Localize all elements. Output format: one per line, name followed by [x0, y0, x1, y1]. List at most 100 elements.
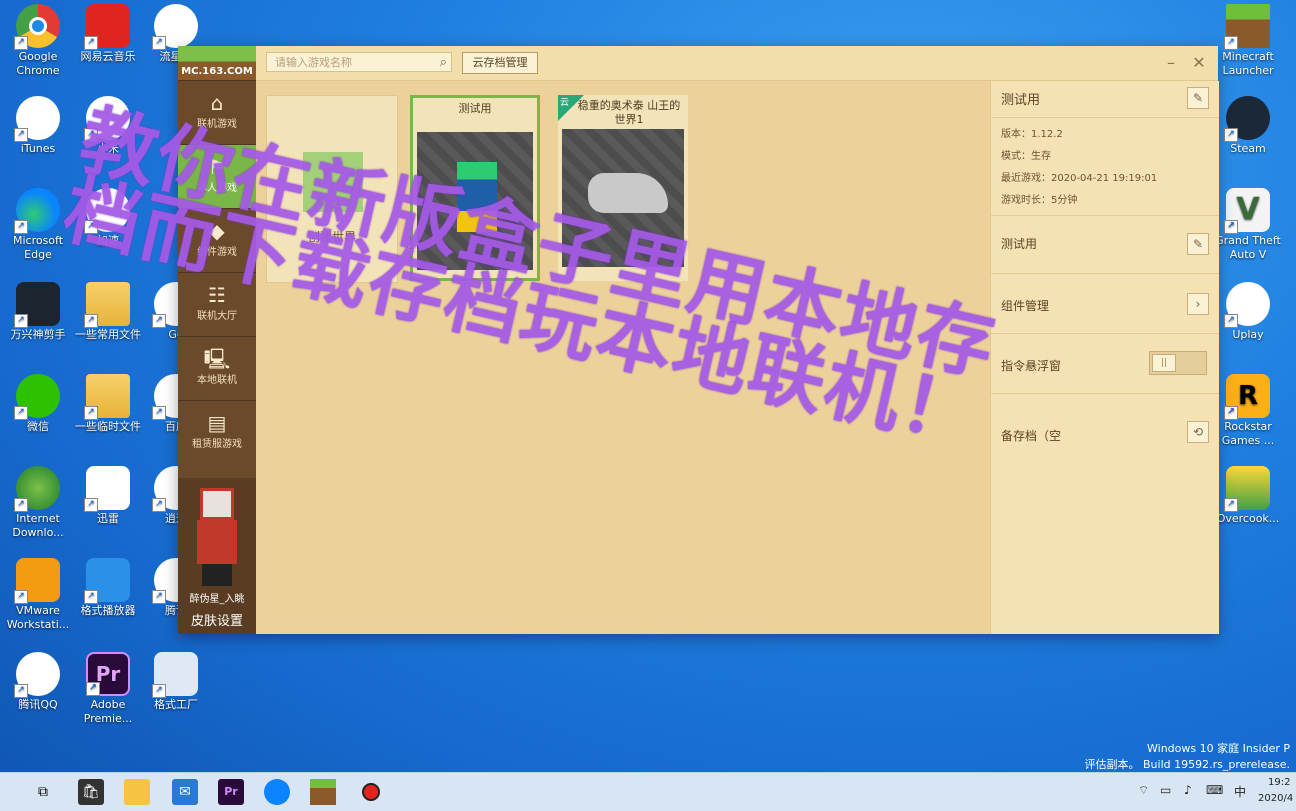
desktop-right-icon-3[interactable]: ↗ Uplay	[1210, 282, 1286, 342]
desktop-left-icon-10[interactable]: ↗ 微信	[0, 374, 76, 434]
clock-time[interactable]: 19:2	[1268, 777, 1290, 788]
desktop-right-icon-2[interactable]: V ↗ Grand Theft Auto V	[1210, 188, 1286, 262]
clock-date[interactable]: 2020/4	[1258, 793, 1293, 804]
shortcut-arrow-icon: ↗	[152, 36, 166, 50]
desktop-icon-label: Overcook...	[1216, 512, 1280, 525]
mc-icon: ↗	[1224, 4, 1270, 50]
desktop-left-icon-13[interactable]: ↗ Internet Downlo...	[0, 466, 76, 540]
search-input[interactable]: 请输入游戏名称 ⌕	[266, 52, 452, 72]
duration-text: 游戏时长：5分钟	[1001, 195, 1078, 206]
desktop-left-icon-11[interactable]: ↗ 一些临时文件	[70, 374, 146, 434]
components-row[interactable]: 组件管理	[1001, 297, 1049, 314]
desktop-left-icon-8[interactable]: ↗ 一些常用文件	[70, 282, 146, 342]
shortcut-arrow-icon: ↗	[86, 682, 100, 696]
minimize-icon[interactable]: –	[1160, 52, 1182, 74]
file-explorer-icon[interactable]	[124, 779, 150, 805]
uplay-icon: ↗	[1224, 282, 1270, 328]
volume-icon[interactable]: ♪	[1184, 783, 1192, 797]
desktop-icon-label: 格式工厂	[154, 698, 198, 711]
shortcut-arrow-icon: ↗	[1224, 406, 1238, 420]
desktop-left-icon-3[interactable]: ↗ iTunes	[0, 96, 76, 156]
desktop-icon-label: 一些临时文件	[75, 420, 141, 433]
shortcut-arrow-icon: ↗	[84, 590, 98, 604]
top-bar: 请输入游戏名称 ⌕ 云存档管理 – ✕	[256, 46, 1218, 81]
sidebar-item-label: 租赁服游戏	[192, 439, 242, 450]
shortcut-arrow-icon: ↗	[14, 128, 28, 142]
shortcut-arrow-icon: ↗	[1224, 128, 1238, 142]
shortcut-arrow-icon: ↗	[14, 684, 28, 698]
sidebar-item-5[interactable]: ▤ 租赁服游戏	[178, 400, 256, 464]
folder-icon: ↗	[84, 282, 130, 328]
last-played-text: 最近游戏：2020-04-21 19:19:01	[1001, 173, 1158, 184]
store-icon[interactable]: 🛍	[78, 779, 104, 805]
rename-row: 测试用	[1001, 237, 1038, 251]
desktop-icon-label: Adobe Premie...	[83, 698, 133, 725]
nav-icon: ▤	[207, 411, 227, 435]
edge-icon[interactable]	[264, 779, 290, 805]
desktop-right-icon-1[interactable]: ↗ Steam	[1210, 96, 1286, 156]
itunes-icon: ↗	[14, 96, 60, 142]
desktop-icon-label: Internet Downlo...	[12, 512, 64, 539]
xunlei-icon: ↗	[84, 466, 130, 512]
desktop-left-icon-14[interactable]: ↗ 迅雷	[70, 466, 146, 526]
detail-title: 测试用	[1001, 93, 1041, 108]
task-view-icon[interactable]: ⧉	[30, 779, 56, 805]
command-toggle[interactable]: ||	[1149, 351, 1207, 375]
desktop-icon-label: Steam	[1230, 142, 1266, 155]
battery-icon[interactable]: ▭	[1160, 783, 1171, 797]
desktop-icon-label: iTunes	[20, 142, 56, 155]
minecraft-icon[interactable]	[310, 779, 336, 805]
skin-preview	[194, 488, 240, 588]
desktop-left-icon-16[interactable]: ↗ VMware Workstati...	[0, 558, 76, 632]
desktop-left-icon-17[interactable]: ↗ 格式播放器	[70, 558, 146, 618]
vmware-icon: ↗	[14, 558, 60, 604]
qq-icon: ↗	[14, 652, 60, 698]
cloud-tag-icon: 云	[558, 95, 584, 121]
shortcut-arrow-icon: ↗	[84, 314, 98, 328]
search-placeholder: 请输入游戏名称	[275, 56, 352, 69]
shortcut-arrow-icon: ↗	[14, 406, 28, 420]
edit-title-icon[interactable]: ✎	[1187, 87, 1209, 109]
keyboard-icon[interactable]: ⌨	[1206, 783, 1223, 797]
shortcut-arrow-icon: ↗	[14, 314, 28, 328]
generic-icon: ↗	[152, 4, 198, 50]
desktop-right-icon-4[interactable]: R ↗ Rockstar Games ...	[1210, 374, 1286, 448]
skin-panel[interactable]: 醉伪星_入眺 皮肤设置	[178, 478, 256, 634]
mail-icon[interactable]: ✉	[172, 779, 198, 805]
backup-row: 备存档（空	[1001, 429, 1062, 443]
desktop-left-icon-1[interactable]: ↗ 网易云音乐	[70, 4, 146, 64]
ime-indicator[interactable]: 中	[1234, 783, 1246, 800]
cloud-save-button[interactable]: 云存档管理	[462, 52, 538, 74]
shortcut-arrow-icon: ↗	[152, 498, 166, 512]
desktop-right-icon-5[interactable]: ↗ Overcook...	[1210, 466, 1286, 526]
network-icon[interactable]: ⌔	[1138, 783, 1149, 798]
search-icon[interactable]: ⌕	[440, 53, 447, 73]
sidebar-item-label: 联机大厅	[197, 311, 237, 322]
desktop-left-icon-19[interactable]: ↗ 腾讯QQ	[0, 652, 76, 712]
desktop-left-icon-7[interactable]: ↗ 万兴神剪手	[0, 282, 76, 342]
gta-icon: V ↗	[1224, 188, 1270, 234]
close-icon[interactable]: ✕	[1188, 52, 1210, 74]
desktop-left-icon-0[interactable]: ↗ Google Chrome	[0, 4, 76, 78]
premiere-icon[interactable]: Pr	[218, 779, 244, 805]
skin-settings-button[interactable]: 皮肤设置	[178, 610, 256, 629]
chevron-right-icon[interactable]: ›	[1187, 293, 1209, 315]
edit-icon[interactable]: ✎	[1187, 233, 1209, 255]
desktop-right-icon-0[interactable]: ↗ Minecraft Launcher	[1210, 4, 1286, 78]
version-text: 版本：1.12.2	[1001, 129, 1063, 140]
shortcut-arrow-icon: ↗	[84, 498, 98, 512]
record-icon[interactable]	[358, 779, 384, 805]
shortcut-arrow-icon: ↗	[1224, 498, 1238, 512]
shortcut-arrow-icon: ↗	[152, 314, 166, 328]
backup-icon[interactable]: ⟲	[1187, 421, 1209, 443]
shortcut-arrow-icon: ↗	[152, 406, 166, 420]
desktop-left-icon-21[interactable]: ↗ 格式工厂	[138, 652, 214, 712]
shortcut-arrow-icon: ↗	[1224, 314, 1238, 328]
desktop-icon-label: 微信	[27, 420, 49, 433]
shortcut-arrow-icon: ↗	[1224, 220, 1238, 234]
desktop-icon-label: Minecraft Launcher	[1222, 50, 1274, 77]
command-row: 指令悬浮窗	[1001, 359, 1062, 373]
player-icon: ↗	[84, 558, 130, 604]
sidebar-item-4[interactable]: 🖳 本地联机	[178, 336, 256, 400]
desktop-left-icon-20[interactable]: Pr ↗ Adobe Premie...	[70, 652, 146, 726]
